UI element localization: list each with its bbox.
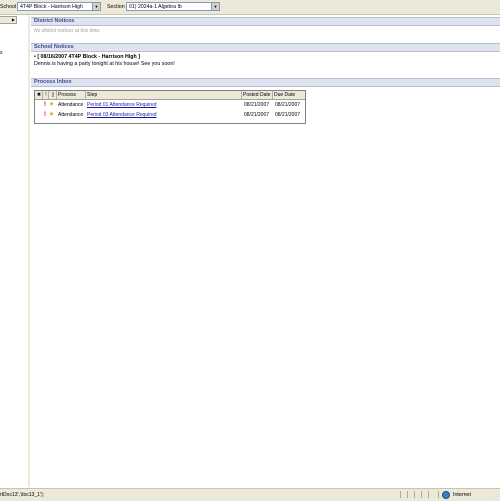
column-header-step[interactable]: Step bbox=[86, 91, 242, 99]
section-label: Section bbox=[107, 4, 125, 10]
resize-grip-icon[interactable]: ⋰ bbox=[494, 494, 499, 500]
chevron-down-icon[interactable]: ▼ bbox=[211, 3, 219, 10]
main-content: District Notices No district notices at … bbox=[31, 15, 500, 487]
status-bar: rtDoc13','doc13_1'); Internet ⋰ bbox=[0, 488, 500, 501]
left-nav-item[interactable]: s bbox=[0, 50, 3, 56]
document-column-icon[interactable]: ▯ bbox=[49, 91, 57, 99]
due-date-cell: 08/21/2007 bbox=[275, 112, 301, 118]
process-cell: Attendance bbox=[58, 102, 84, 108]
left-panel-toggle[interactable]: ▶ bbox=[0, 16, 17, 24]
status-divider bbox=[400, 491, 406, 498]
table-header: ✖ ! ▯ Process Step Posted Date Due Date bbox=[35, 91, 305, 100]
status-divider bbox=[414, 491, 420, 498]
school-notice-body: Dennis is having a party tonight at his … bbox=[34, 61, 175, 67]
status-text: rtDoc13','doc13_1'); bbox=[0, 492, 44, 498]
posted-date-cell: 08/21/2007 bbox=[244, 102, 270, 108]
filter-toolbar: School 4T4P Block - Harrison High ▼ Sect… bbox=[0, 0, 500, 15]
table-row: ! ✷ Attendance Period 01 Attendance Requ… bbox=[35, 101, 305, 110]
security-zone: Internet bbox=[453, 492, 471, 498]
chevron-down-icon[interactable]: ▼ bbox=[92, 3, 100, 10]
column-header-posted-date[interactable]: Posted Date bbox=[242, 91, 273, 99]
process-cell: Attendance bbox=[58, 112, 84, 118]
posted-date-cell: 08/21/2007 bbox=[244, 112, 270, 118]
left-panel: ▶ s bbox=[0, 15, 29, 487]
chevron-right-icon[interactable]: ▶ bbox=[12, 17, 15, 23]
new-star-icon: ✷ bbox=[49, 102, 55, 108]
step-link[interactable]: Period 01 Attendance Required bbox=[87, 101, 157, 110]
step-link[interactable]: Period 03 Attendance Required bbox=[87, 111, 157, 120]
status-divider bbox=[421, 491, 427, 498]
school-notice-title: • [ 08/16/2007 4T4P Block - Harrison Hig… bbox=[34, 54, 140, 60]
district-notices-header: District Notices bbox=[31, 17, 500, 26]
school-notices-header: School Notices bbox=[31, 43, 500, 52]
exclamation-icon: ! bbox=[44, 112, 46, 118]
due-date-cell: 08/21/2007 bbox=[275, 102, 301, 108]
district-notices-empty: No district notices at this time. bbox=[34, 28, 101, 34]
table-row: ! ✷ Attendance Period 03 Attendance Requ… bbox=[35, 111, 305, 120]
exclamation-icon: ! bbox=[44, 102, 46, 108]
column-header-due-date[interactable]: Due Date bbox=[273, 91, 305, 99]
status-divider bbox=[428, 491, 434, 498]
delete-column-icon[interactable]: ✖ bbox=[35, 91, 43, 99]
school-label: School bbox=[0, 4, 17, 10]
new-star-icon: ✷ bbox=[49, 112, 55, 118]
process-inbox-header: Process Inbox bbox=[31, 78, 500, 87]
school-select[interactable]: 4T4P Block - Harrison High ▼ bbox=[17, 2, 101, 11]
section-select[interactable]: 01) 2024a-1 Algebra Ib ▼ bbox=[126, 2, 220, 11]
school-select-value: 4T4P Block - Harrison High bbox=[20, 4, 83, 10]
globe-icon bbox=[442, 491, 450, 499]
process-inbox-table: ✖ ! ▯ Process Step Posted Date Due Date … bbox=[34, 90, 306, 124]
section-select-value: 01) 2024a-1 Algebra Ib bbox=[129, 4, 182, 10]
panel-splitter[interactable] bbox=[28, 15, 30, 487]
column-header-process[interactable]: Process bbox=[57, 91, 86, 99]
status-divider bbox=[407, 491, 413, 498]
